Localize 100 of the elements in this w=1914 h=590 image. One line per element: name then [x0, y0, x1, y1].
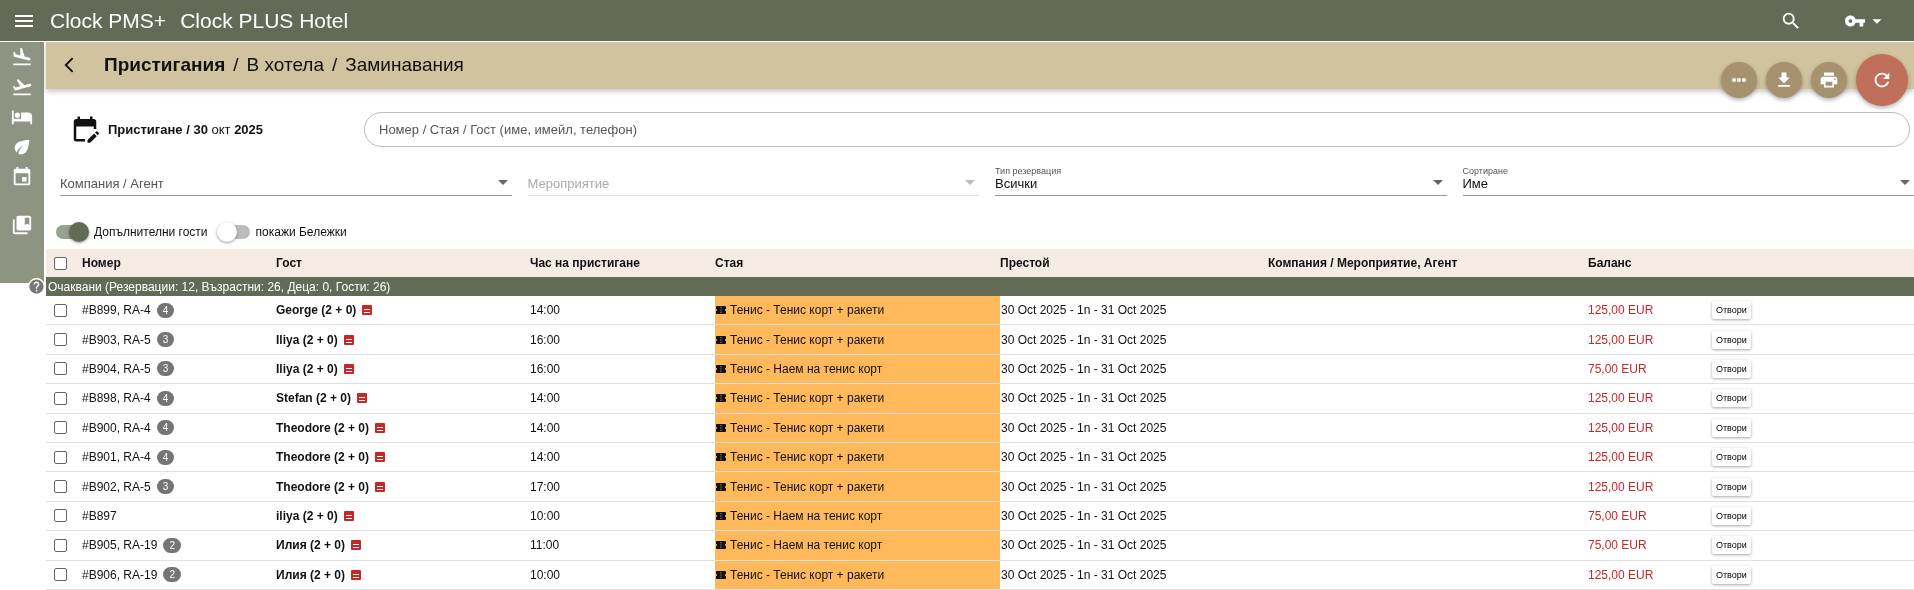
more-icon [1732, 78, 1746, 82]
open-button[interactable]: Отвори [1712, 477, 1751, 496]
note-icon[interactable] [351, 569, 361, 580]
stay-dates: 30 Oct 2025 - 1n - 31 Oct 2025 [1001, 538, 1167, 553]
toggle-label: покажи Бележки [255, 224, 347, 239]
filter-select[interactable]: Сортиране Име [1462, 162, 1914, 197]
row-checkbox[interactable] [54, 303, 67, 317]
room-name: Тенис - Наем на тенис корт [730, 538, 883, 553]
arrival-time: 11:00 [530, 538, 560, 553]
row-checkbox[interactable] [54, 538, 67, 552]
room-name: Тенис - Тенис корт + ракети [730, 303, 885, 318]
toggle-switch[interactable] [56, 224, 88, 239]
ticket-icon [715, 509, 727, 522]
guest-name: Theodore (2 + 0) [276, 420, 370, 435]
note-icon[interactable] [343, 510, 354, 521]
note-icon[interactable] [357, 393, 368, 404]
stay-dates: 30 Oct 2025 - 1n - 31 Oct 2025 [1001, 332, 1167, 347]
row-checkbox[interactable] [54, 421, 67, 435]
toggle-label: Допълнителни гости [94, 224, 208, 239]
arrival-time: 16:00 [530, 332, 561, 347]
breadcrumb-link[interactable]: В хотела [246, 54, 324, 77]
guest-name: Theodore (2 + 0) [276, 479, 370, 494]
reservation-number: #B902, RA-5 [82, 479, 151, 494]
balance-amount: 75,00 EUR [1588, 508, 1647, 523]
row-checkbox[interactable] [54, 333, 67, 346]
balance-amount: 75,00 EUR [1588, 361, 1647, 376]
row-checkbox[interactable] [54, 509, 67, 523]
column-header: Баланс [1588, 256, 1633, 271]
column-header: Компания / Мероприятие, Агент [1268, 256, 1459, 271]
search-field[interactable]: Номер / Стая / Гост (име, имейл, телефон) [364, 111, 1910, 147]
balance-amount: 125,00 EUR [1588, 303, 1654, 318]
open-button[interactable]: Отвори [1712, 565, 1751, 584]
toggle-switch[interactable] [217, 224, 250, 239]
open-button[interactable]: Отвори [1712, 389, 1751, 408]
stay-dates: 30 Oct 2025 - 1n - 31 Oct 2025 [1001, 479, 1167, 494]
balance-amount: 125,00 EUR [1588, 420, 1654, 435]
room-name: Тенис - Тенис корт + ракети [730, 567, 885, 582]
bookmark-icon[interactable] [11, 214, 33, 236]
note-icon[interactable] [343, 363, 354, 374]
plane-takeoff-icon[interactable] [11, 76, 33, 98]
balance-amount: 125,00 EUR [1588, 567, 1654, 582]
filter-select[interactable]: Компания / Агент [60, 162, 512, 197]
ticket-icon [715, 333, 727, 346]
stay-dates: 30 Oct 2025 - 1n - 31 Oct 2025 [1001, 450, 1167, 465]
calendar-icon[interactable] [11, 166, 33, 188]
arrival-time: 17:00 [530, 479, 561, 494]
reservation-number: #B905, RA-19 [82, 538, 158, 553]
note-icon[interactable] [351, 540, 361, 551]
row-checkbox[interactable] [54, 362, 67, 376]
help-icon[interactable] [28, 278, 45, 296]
count-badge: 3 [156, 479, 175, 495]
row-checkbox[interactable] [54, 450, 67, 464]
arrival-time: 14:00 [530, 391, 561, 406]
count-badge: 4 [156, 302, 175, 318]
room-name: Тенис - Тенис корт + ракети [730, 479, 885, 494]
product-name: Clock PMS+ [50, 8, 167, 33]
row-checkbox[interactable] [54, 480, 67, 494]
note-icon[interactable] [375, 422, 386, 433]
open-button[interactable]: Отвори [1712, 359, 1751, 378]
arrival-time: 10:00 [530, 567, 561, 582]
note-icon[interactable] [362, 305, 373, 316]
breadcrumb-link[interactable]: Заминавания [345, 54, 464, 77]
open-button[interactable]: Отвори [1712, 448, 1751, 467]
count-badge: 3 [156, 361, 175, 377]
filter-select[interactable]: Тип резервация Всички [995, 162, 1447, 197]
open-button[interactable]: Отвори [1712, 301, 1751, 320]
more-button[interactable] [1721, 62, 1757, 98]
print-button[interactable] [1811, 62, 1847, 98]
open-button[interactable]: Отвори [1712, 506, 1751, 525]
guest-name: Iliya (2 + 0) [276, 361, 338, 376]
count-badge: 4 [156, 449, 175, 465]
note-icon[interactable] [375, 481, 386, 492]
note-icon[interactable] [375, 452, 386, 463]
guest-name: Stefan (2 + 0) [276, 391, 352, 406]
room-name: Тенис - Тенис корт + ракети [730, 420, 885, 435]
refresh-button[interactable] [1856, 54, 1908, 106]
stay-dates: 30 Oct 2025 - 1n - 31 Oct 2025 [1001, 361, 1167, 376]
stay-dates: 30 Oct 2025 - 1n - 31 Oct 2025 [1001, 391, 1167, 406]
row-checkbox[interactable] [54, 568, 67, 582]
arrival-time: 14:00 [530, 303, 561, 318]
column-header: Стая [715, 256, 745, 271]
group-summary: Очаквани (Резервации: 12, Възрастни: 26, Деца: 0, Гости: 26) [47, 279, 391, 294]
note-icon[interactable] [343, 334, 354, 345]
open-button[interactable]: Отвори [1712, 330, 1751, 349]
ticket-icon [715, 421, 727, 434]
open-button[interactable]: Отвори [1712, 536, 1751, 555]
breadcrumb-link[interactable]: Пристигания [104, 54, 226, 77]
row-checkbox[interactable] [54, 391, 67, 405]
plane-landing-icon[interactable] [11, 46, 33, 68]
guest-name: Theodore (2 + 0) [276, 450, 370, 465]
ticket-icon [715, 392, 727, 405]
select-all-checkbox[interactable] [54, 256, 67, 270]
open-button[interactable]: Отвори [1712, 418, 1751, 437]
count-badge: 2 [163, 537, 181, 553]
dropdown-caret-icon [497, 180, 508, 186]
ticket-icon [715, 304, 727, 317]
guest-name: Илия (2 + 0) [276, 538, 345, 553]
column-header: Престой [1000, 256, 1051, 271]
print-icon [1819, 70, 1839, 90]
ticket-icon [715, 362, 727, 375]
